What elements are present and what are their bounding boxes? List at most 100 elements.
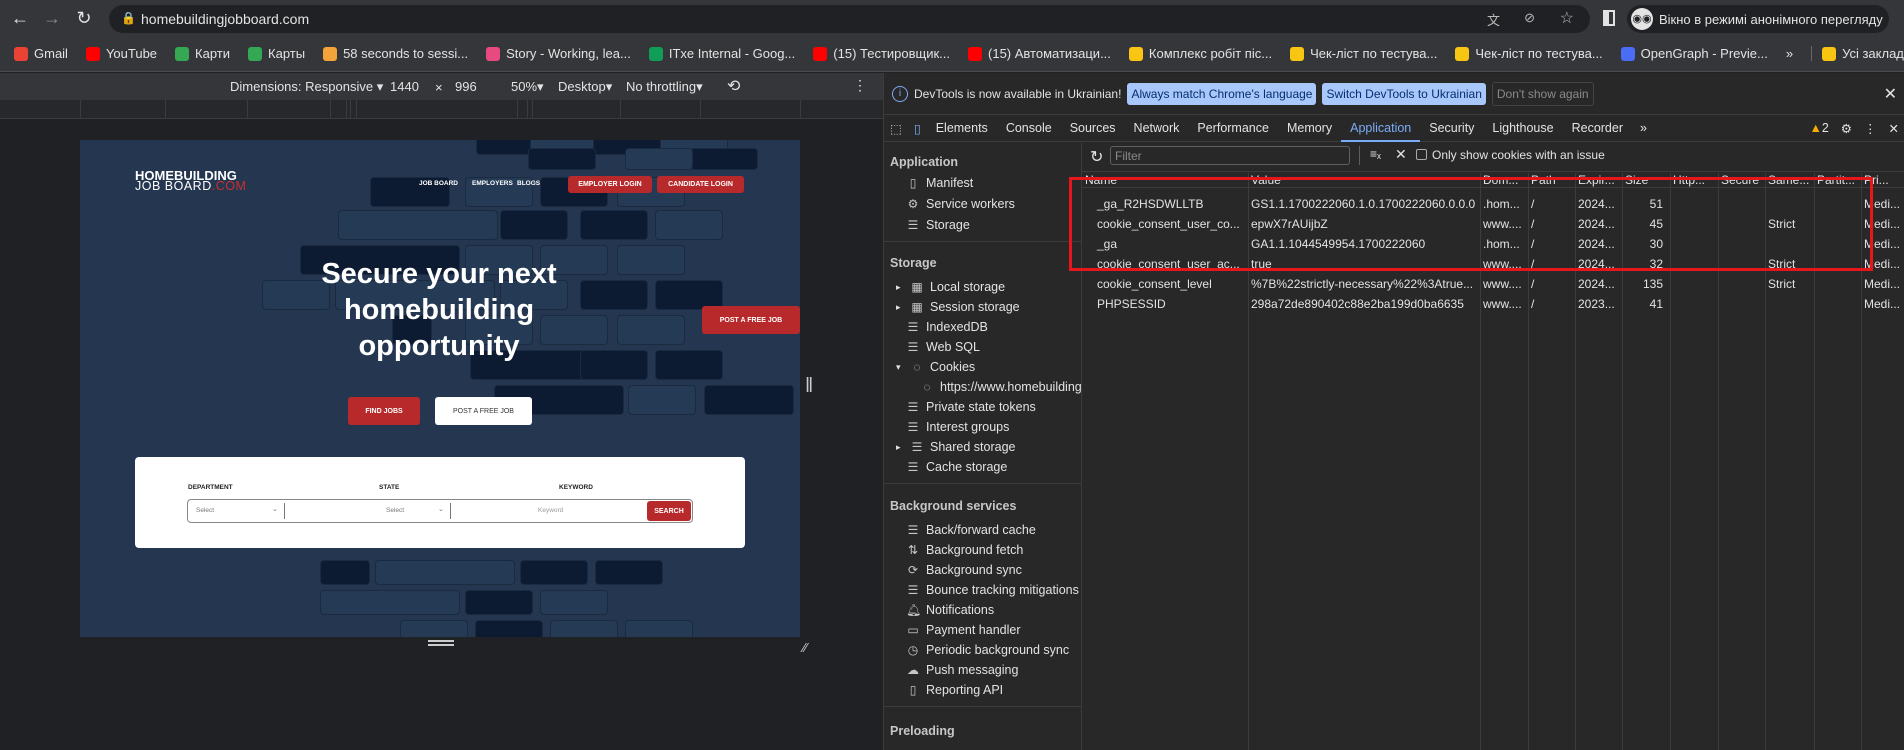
more-options-icon[interactable]: ⋮ — [853, 77, 867, 94]
settings-icon[interactable]: ⚙ — [1835, 121, 1858, 136]
sidebar-item[interactable]: ◌ https://www.homebuilding — [920, 380, 1081, 394]
bookmark-item[interactable]: (15) Автоматизаци... — [968, 46, 1111, 61]
post-job-button[interactable]: POST A FREE JOB — [435, 397, 532, 425]
department-select[interactable]: Select — [196, 507, 214, 514]
expanded-arrow-icon[interactable]: ▾ — [896, 362, 904, 373]
sidebar-item[interactable]: ⚙ Service workers — [906, 197, 1015, 211]
more-tabs-icon[interactable]: » — [1632, 121, 1655, 135]
bookmark-item[interactable]: OpenGraph - Previe... — [1620, 46, 1768, 61]
resize-handle-corner[interactable]: ⁄⁄ — [803, 640, 807, 655]
candidate-login-button[interactable]: CANDIDATE LOGIN — [657, 176, 744, 193]
tab-performance[interactable]: Performance — [1188, 115, 1278, 142]
reload-icon[interactable]: ↻ — [72, 8, 96, 29]
bookmark-item[interactable]: ITxe Internal - Goog... — [648, 46, 795, 61]
switch-language-button[interactable]: Switch DevTools to Ukrainian — [1322, 82, 1486, 105]
find-jobs-button[interactable]: FIND JOBS — [348, 397, 420, 425]
back-icon[interactable]: ← — [8, 8, 32, 29]
ruler-mark[interactable] — [700, 100, 701, 119]
ruler-mark[interactable] — [527, 100, 528, 119]
resize-handle-bottom[interactable] — [428, 640, 454, 646]
sidebar-item[interactable]: ◷ Periodic background sync — [906, 643, 1069, 657]
ruler-mark[interactable] — [532, 100, 533, 119]
sidebar-item[interactable]: ☰ Interest groups — [906, 420, 1010, 434]
rotate-icon[interactable]: ⟲ — [727, 76, 740, 96]
sidebar-item[interactable]: ☰ Cache storage — [906, 460, 1008, 474]
bookmark-item[interactable]: YouTube — [85, 46, 157, 61]
bookmark-item[interactable]: 58 seconds to sessi... — [323, 46, 468, 61]
dont-show-button[interactable]: Don't show again — [1491, 81, 1594, 106]
tab-sources[interactable]: Sources — [1061, 115, 1125, 142]
sidebar-item[interactable]: ☰ IndexedDB — [906, 320, 988, 334]
ruler-mark[interactable] — [247, 100, 248, 119]
tab-security[interactable]: Security — [1420, 115, 1483, 142]
sidebar-item[interactable]: ⇅ Background fetch — [906, 543, 1023, 557]
bookmark-item[interactable]: Карти — [175, 46, 230, 61]
bookmark-item[interactable]: (15) Тестировщик... — [813, 46, 950, 61]
sidebar-item[interactable]: ☰ Storage — [906, 218, 970, 232]
sidebar-item[interactable]: ☰ Back/forward cache — [906, 523, 1036, 537]
cookie-row[interactable]: cookie_consent_level %7B%22strictly-neces… — [1082, 275, 1904, 295]
tab-lighthouse[interactable]: Lighthouse — [1483, 115, 1562, 142]
sidebar-item[interactable]: ▸ ▦ Session storage — [896, 300, 1020, 314]
post-job-side-button[interactable]: POST A FREE JOB — [702, 306, 800, 334]
tab-recorder[interactable]: Recorder — [1563, 115, 1632, 142]
state-select[interactable]: Select — [386, 507, 404, 514]
ruler-mark[interactable] — [346, 100, 347, 119]
sidebar-item[interactable]: ▭ Payment handler — [906, 623, 1020, 637]
sidebar-item[interactable]: ☰ Private state tokens — [906, 400, 1036, 414]
bookmark-item[interactable]: Карты — [248, 46, 305, 61]
always-match-button[interactable]: Always match Chrome's language — [1127, 82, 1317, 105]
only-issues-checkbox[interactable] — [1416, 149, 1427, 160]
width-input[interactable]: 1440 — [390, 79, 419, 94]
sidebar-item[interactable]: ▾ ◌ Cookies — [896, 360, 975, 374]
more-bookmarks-button[interactable]: » — [1786, 46, 1793, 61]
incognito-indicator[interactable]: ◉◉ Вікно в режимі анонімного перегляду — [1627, 5, 1889, 33]
close-icon[interactable]: ✕ — [1884, 84, 1897, 104]
bookmark-item[interactable]: Gmail — [14, 46, 68, 61]
sidebar-item[interactable]: ▯ Manifest — [906, 176, 974, 190]
star-icon[interactable]: ☆ — [1560, 8, 1574, 28]
sidebar-item[interactable]: 🔔︎ Notifications — [906, 603, 994, 617]
ruler-mark[interactable] — [165, 100, 166, 119]
warning-icon[interactable]: ▲2 — [1803, 121, 1834, 135]
zoom-select[interactable]: 50%▾ — [511, 79, 544, 95]
sidebar-item[interactable]: ☰ Bounce tracking mitigations — [906, 583, 1079, 597]
sidebar-item[interactable]: ⟳ Background sync — [906, 563, 1022, 577]
tab-console[interactable]: Console — [997, 115, 1061, 142]
all-bookmarks-button[interactable]: Усі закладки — [1811, 46, 1904, 61]
keyword-input[interactable]: Keyword — [538, 507, 563, 514]
search-button[interactable]: SEARCH — [647, 501, 691, 521]
cookie-row[interactable]: PHPSESSID 298a72de890402c88e2ba199d0ba663… — [1082, 295, 1904, 315]
dimensions-select[interactable]: Dimensions: Responsive ▾ — [230, 79, 383, 95]
nav-blogs[interactable]: BLOGS — [517, 180, 540, 187]
more-options-icon[interactable]: ⋮ — [1858, 121, 1883, 136]
device-toggle-icon[interactable]: ▯ — [908, 121, 927, 136]
clear-all-icon[interactable]: ✕ — [1395, 146, 1407, 163]
address-bar[interactable]: 🔒 homebuildingjobboard.com 文 ⊘ ☆ — [109, 5, 1590, 33]
sidebar-item[interactable]: ▸ ▦ Local storage — [896, 280, 1005, 294]
filter-input[interactable]: Filter — [1110, 146, 1350, 165]
bookmark-item[interactable]: Чек-ліст по тестува... — [1455, 46, 1603, 61]
refresh-icon[interactable]: ↻ — [1090, 147, 1103, 167]
sidebar-item[interactable]: ☰ Web SQL — [906, 340, 980, 354]
ruler-mark[interactable] — [356, 100, 357, 119]
eye-off-icon[interactable]: ⊘ — [1524, 10, 1535, 26]
forward-icon[interactable]: → — [40, 8, 64, 29]
clear-filtered-icon[interactable]: ≡ₓ — [1370, 147, 1381, 161]
collapsed-arrow-icon[interactable]: ▸ — [896, 442, 904, 453]
ruler-mark[interactable] — [620, 100, 621, 119]
ruler-mark[interactable] — [350, 100, 351, 119]
bookmark-item[interactable]: Чек-ліст по тестува... — [1290, 46, 1437, 61]
resize-handle-right[interactable]: ‖ — [805, 375, 813, 398]
device-select[interactable]: Desktop▾ — [558, 79, 612, 95]
tab-application[interactable]: Application — [1341, 115, 1421, 142]
nav-employers[interactable]: EMPLOYERS — [472, 180, 513, 187]
collapsed-arrow-icon[interactable]: ▸ — [896, 302, 904, 313]
close-devtools-icon[interactable]: ✕ — [1883, 121, 1904, 136]
inspect-icon[interactable]: ⬚ — [884, 121, 908, 136]
ruler-mark[interactable] — [517, 100, 518, 119]
height-input[interactable]: 996 — [455, 79, 477, 94]
side-panel-icon[interactable] — [1603, 10, 1615, 26]
bookmark-item[interactable]: Story - Working, lea... — [486, 46, 631, 61]
throttling-select[interactable]: No throttling▾ — [626, 79, 703, 95]
